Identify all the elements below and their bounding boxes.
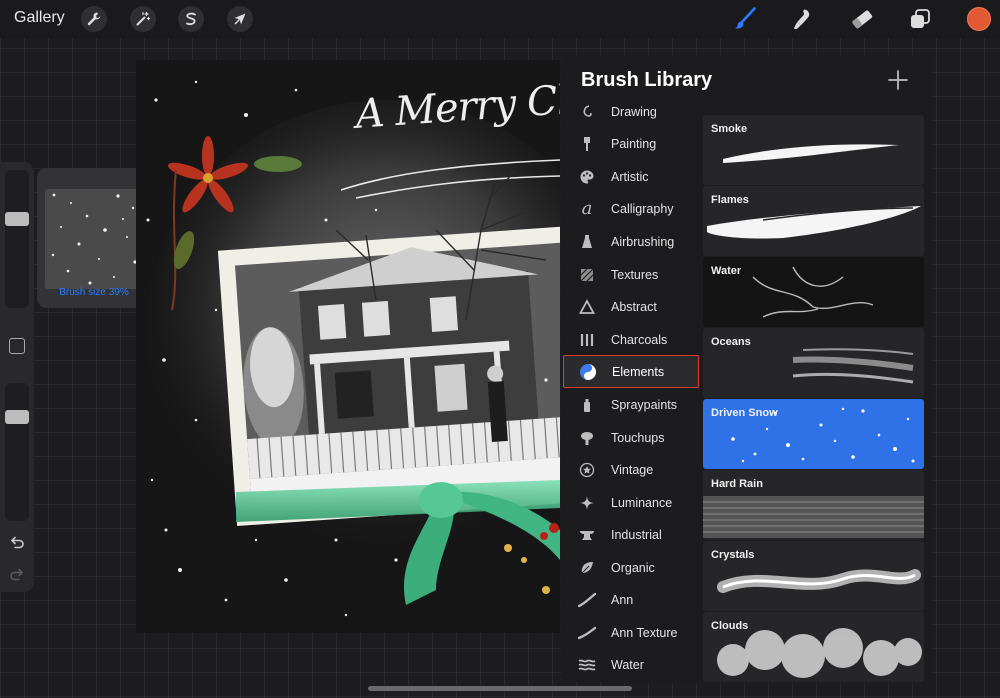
- category-painting[interactable]: Painting: [563, 127, 699, 160]
- smudge-icon[interactable]: [789, 5, 817, 33]
- yin-yang-icon: [578, 362, 598, 382]
- brush-list[interactable]: Smoke Flames Water Oceans Driven Snow Ha…: [702, 103, 926, 683]
- color-picker-button[interactable]: [967, 7, 991, 31]
- brush-library-title: Brush Library: [581, 69, 713, 91]
- redo-icon[interactable]: [9, 567, 25, 583]
- selection-icon[interactable]: [178, 6, 204, 32]
- opacity-slider-thumb[interactable]: [5, 410, 29, 424]
- layers-icon[interactable]: [906, 5, 934, 33]
- star-icon: [577, 460, 597, 480]
- magic-wand-icon[interactable]: [130, 6, 156, 32]
- category-calligraphy[interactable]: a Calligraphy: [563, 192, 699, 225]
- brush-categories-list[interactable]: Drawing Painting Artistic a Calligraphy …: [561, 103, 701, 683]
- palette-icon: [577, 167, 597, 187]
- brush-item-driven-snow[interactable]: Driven Snow: [703, 399, 924, 469]
- anvil-icon: [577, 525, 597, 545]
- category-industrial[interactable]: Industrial: [563, 518, 699, 551]
- brush-size-preview: [45, 189, 143, 289]
- textures-icon: [577, 265, 597, 285]
- eraser-icon[interactable]: [848, 5, 876, 33]
- calligraphy-icon: a: [581, 198, 593, 219]
- brush-item-smoke[interactable]: Smoke: [703, 115, 924, 185]
- category-ann-texture[interactable]: Ann Texture: [563, 616, 699, 649]
- drawing-icon: [577, 103, 597, 122]
- brush-size-slider-thumb[interactable]: [5, 212, 29, 226]
- sparkle-icon: [577, 493, 597, 513]
- brush-library-panel: Brush Library Drawing Painting Artistic …: [561, 55, 932, 683]
- home-indicator[interactable]: [368, 686, 632, 691]
- brush-item-oceans[interactable]: Oceans: [703, 328, 924, 398]
- brush-item-flames[interactable]: Flames: [703, 186, 924, 256]
- touchup-icon: [577, 428, 597, 448]
- category-spraypaints[interactable]: Spraypaints: [563, 388, 699, 421]
- opacity-slider[interactable]: [5, 383, 29, 521]
- category-organic[interactable]: Organic: [563, 551, 699, 584]
- abstract-icon: [577, 297, 597, 317]
- category-vintage[interactable]: Vintage: [563, 453, 699, 486]
- category-elements[interactable]: Elements: [563, 355, 699, 388]
- charcoal-icon: [577, 330, 597, 350]
- transform-arrow-icon[interactable]: [227, 6, 253, 32]
- category-charcoals[interactable]: Charcoals: [563, 323, 699, 356]
- brush-size-label: Brush size 39%: [59, 287, 129, 298]
- category-artistic[interactable]: Artistic: [563, 160, 699, 193]
- brush-size-popup: Brush size 39%: [37, 168, 151, 308]
- brush-item-hard-rain[interactable]: Hard Rain: [703, 470, 924, 540]
- brush-item-water[interactable]: Water: [703, 257, 924, 327]
- stroke-icon: [577, 623, 597, 643]
- undo-icon[interactable]: [9, 535, 25, 551]
- top-toolbar: Gallery: [0, 0, 1000, 38]
- category-ann[interactable]: Ann: [563, 583, 699, 616]
- category-touchups[interactable]: Touchups: [563, 421, 699, 454]
- category-abstract[interactable]: Abstract: [563, 290, 699, 323]
- wrench-icon[interactable]: [81, 6, 107, 32]
- canvas-artwork[interactable]: A Merry Chr: [136, 60, 560, 633]
- stroke-icon: [577, 590, 597, 610]
- category-luminance[interactable]: Luminance: [563, 486, 699, 519]
- category-drawing[interactable]: Drawing: [563, 103, 699, 128]
- airbrush-icon: [577, 232, 597, 252]
- category-airbrushing[interactable]: Airbrushing: [563, 225, 699, 258]
- brush-item-crystals[interactable]: Crystals: [703, 541, 924, 611]
- leaf-icon: [577, 558, 597, 578]
- spraypaint-icon: [577, 395, 597, 415]
- left-sidebar: [0, 162, 34, 592]
- brush-size-slider[interactable]: [5, 170, 29, 308]
- category-water[interactable]: Water: [563, 648, 699, 681]
- modify-square-button[interactable]: [9, 338, 25, 354]
- brush-icon[interactable]: [731, 5, 759, 33]
- waves-icon: [577, 655, 597, 675]
- painting-icon: [577, 134, 597, 154]
- brush-item-clouds[interactable]: Clouds: [703, 612, 924, 682]
- plus-icon[interactable]: [887, 69, 909, 91]
- category-textures[interactable]: Textures: [563, 258, 699, 291]
- gallery-button[interactable]: Gallery: [14, 9, 65, 27]
